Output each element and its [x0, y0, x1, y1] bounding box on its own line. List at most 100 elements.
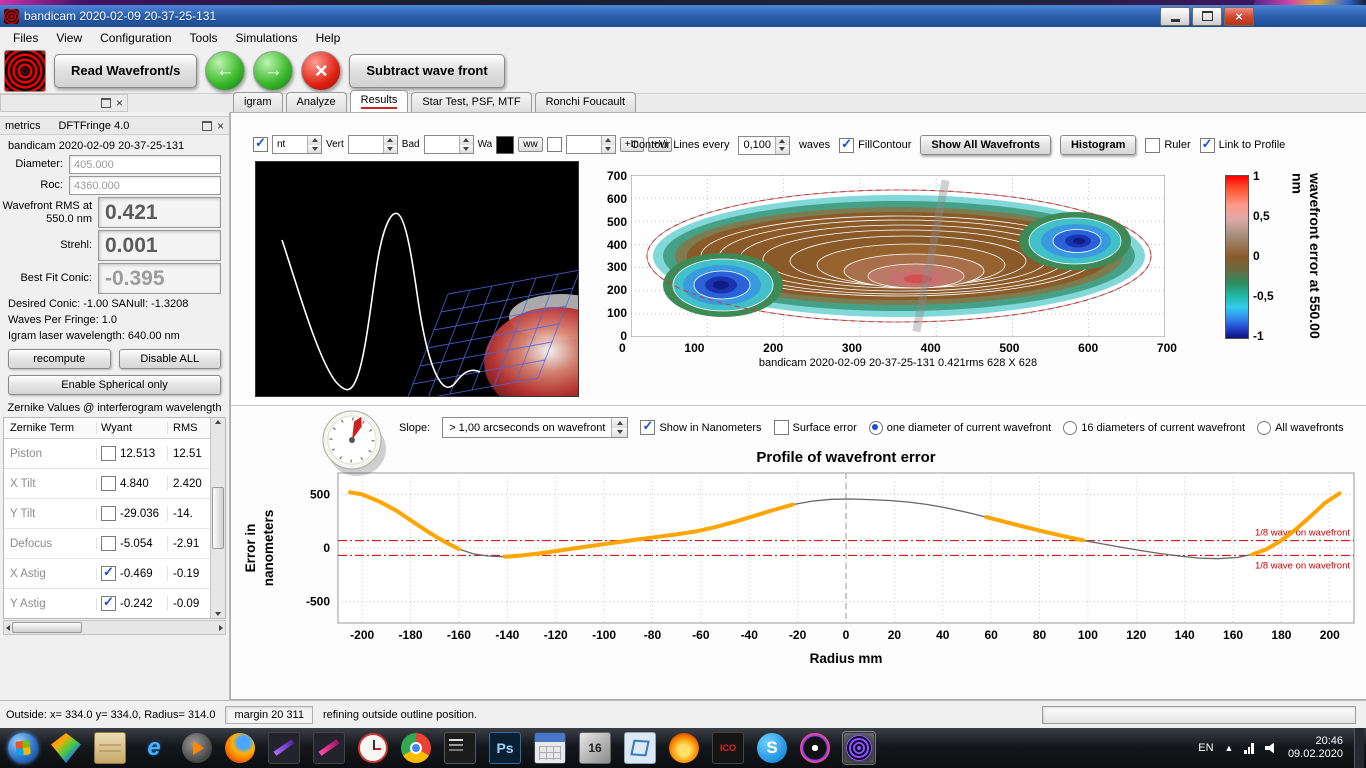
title-bar[interactable]: bandicam 2020-02-09 20-37-25-131	[0, 5, 1366, 27]
zernike-checkbox[interactable]	[101, 536, 116, 551]
minimize-button[interactable]	[1160, 7, 1190, 26]
taskbar-icon-media-player[interactable]	[182, 733, 212, 763]
taskbar-icon-fireball[interactable]	[669, 733, 699, 763]
taskbar-icon-ico-editor[interactable]: ICO	[712, 732, 744, 764]
close-button[interactable]	[1224, 7, 1254, 26]
menu-files[interactable]: Files	[4, 29, 47, 47]
view3d-checkbox-1[interactable]	[253, 137, 268, 152]
zernike-checkbox[interactable]	[101, 566, 116, 581]
taskbar-icon-calculator[interactable]	[534, 732, 566, 764]
menu-configuration[interactable]: Configuration	[91, 29, 180, 47]
profile-chart-svg[interactable]: -200-180-160-140-120-100-80-60-40-200204…	[233, 445, 1363, 695]
taskbar-icon-file-manager[interactable]	[94, 732, 126, 764]
taskbar-icon-firefox[interactable]	[225, 733, 255, 763]
table-row[interactable]: X Tilt 4.840 2.420	[4, 469, 211, 499]
scrollbar-thumb[interactable]	[212, 487, 224, 549]
tick-label: 600	[1078, 341, 1098, 355]
menu-tools[interactable]: Tools	[181, 29, 227, 47]
dock-float-icon[interactable]	[101, 98, 111, 108]
ruler-checkbox[interactable]	[1145, 138, 1160, 153]
zernike-checkbox[interactable]	[101, 446, 116, 461]
taskbar-icon-pen-purple[interactable]	[268, 732, 300, 764]
table-horizontal-scrollbar[interactable]	[3, 620, 226, 635]
delete-wavefront-button[interactable]	[301, 51, 341, 91]
language-indicator[interactable]: EN	[1198, 742, 1213, 754]
fill-contour-checkbox[interactable]	[839, 138, 854, 153]
view3d-checkbox-2[interactable]	[547, 137, 562, 152]
tab-results[interactable]: Results	[350, 90, 409, 112]
taskbar-icon-3d-cube[interactable]	[624, 732, 656, 764]
recompute-button[interactable]: recompute	[8, 349, 111, 369]
taskbar-icon-gem[interactable]	[51, 733, 81, 763]
view3d-spin-1[interactable]: nt	[272, 135, 322, 154]
slope-select[interactable]: > 1,00 arcseconds on wavefront	[442, 417, 628, 438]
subtract-wavefront-button[interactable]: Subtract wave front	[349, 54, 504, 88]
enable-spherical-button[interactable]: Enable Spherical only	[8, 375, 221, 395]
taskbar-icon-internet-explorer[interactable]: e	[139, 733, 169, 763]
roc-input[interactable]	[69, 176, 221, 195]
zernike-table-header[interactable]: Zernike Term Wyant RMS	[4, 418, 211, 439]
tab-igram[interactable]: igram	[233, 92, 283, 112]
metrics-close-icon[interactable]	[217, 120, 224, 132]
metrics-float-icon[interactable]	[202, 121, 212, 131]
diameter-input[interactable]	[69, 155, 221, 174]
taskbar-icon-pen-magenta[interactable]	[313, 732, 345, 764]
show-all-wavefronts-button[interactable]: Show All Wavefronts	[920, 135, 1051, 155]
contour-interval-spinner[interactable]: 0,100	[738, 136, 790, 155]
metrics-dock-titlebar[interactable]: metrics DFTFringe 4.0	[0, 116, 229, 135]
read-wavefronts-button[interactable]: Read Wavefront/s	[54, 54, 197, 88]
surface-error-checkbox[interactable]	[774, 420, 789, 435]
view3d-spin-2[interactable]	[566, 135, 616, 154]
surface-error-label: Surface error	[793, 422, 857, 434]
contour-plot[interactable]	[631, 175, 1165, 337]
taskbar-icon-command-prompt[interactable]	[444, 732, 476, 764]
show-desktop-button[interactable]	[1354, 728, 1364, 768]
tab-star-test[interactable]: Star Test, PSF, MTF	[411, 92, 531, 112]
dock-close-icon[interactable]	[116, 97, 123, 109]
menu-help[interactable]: Help	[307, 29, 350, 47]
taskbar-icon-chrome[interactable]	[401, 733, 431, 763]
all-wavefronts-radio[interactable]	[1257, 421, 1271, 435]
show-hidden-icons[interactable]	[1225, 742, 1234, 754]
table-vertical-scrollbar[interactable]	[210, 418, 225, 618]
next-wavefront-button[interactable]	[253, 51, 293, 91]
table-row[interactable]: Y Tilt -29.036 -14.	[4, 499, 211, 529]
network-icon[interactable]	[1244, 743, 1254, 754]
taskbar-icon-photoshop[interactable]: Ps	[489, 732, 521, 764]
zernike-checkbox[interactable]	[101, 596, 116, 611]
disable-all-button[interactable]: Disable ALL	[119, 349, 222, 369]
maximize-button[interactable]	[1192, 7, 1222, 26]
taskbar-icon-cube-16[interactable]: 16	[579, 732, 611, 764]
previous-wavefront-button[interactable]	[205, 51, 245, 91]
menu-simulations[interactable]: Simulations	[227, 29, 307, 47]
table-row[interactable]: Y Astig -0.242 -0.09	[4, 589, 211, 619]
taskbar-icon-alarm-clock[interactable]	[358, 733, 388, 763]
volume-icon[interactable]	[1265, 743, 1277, 754]
one-diameter-radio[interactable]	[869, 421, 883, 435]
table-row[interactable]: Defocus -5.054 -2.91	[4, 529, 211, 559]
start-button[interactable]	[8, 733, 38, 763]
histogram-button[interactable]: Histogram	[1060, 135, 1136, 155]
zernike-checkbox[interactable]	[101, 476, 116, 491]
show-nanometers-checkbox[interactable]	[640, 420, 655, 435]
vert-spin[interactable]	[348, 135, 398, 154]
taskbar-clock[interactable]: 20:46 09.02.2020	[1288, 735, 1343, 761]
taskbar-icon-skype[interactable]: S	[757, 733, 787, 763]
link-to-profile-checkbox[interactable]	[1200, 138, 1215, 153]
zernike-checkbox[interactable]	[101, 506, 116, 521]
interferogram-logo-icon[interactable]	[4, 50, 46, 92]
table-row[interactable]: X Astig -0.469 -0.19	[4, 559, 211, 589]
sixteen-diameters-radio[interactable]	[1063, 421, 1077, 435]
taskbar-icon-dftfringe[interactable]	[843, 732, 875, 764]
scrollbar-thumb[interactable]	[12, 622, 82, 633]
ww-button[interactable]: ww	[518, 137, 542, 152]
tab-ronchi-foucault[interactable]: Ronchi Foucault	[535, 92, 637, 112]
background-color-swatch[interactable]	[496, 136, 514, 154]
menu-view[interactable]: View	[47, 29, 91, 47]
table-row[interactable]: Piston 12.513 12.51	[4, 439, 211, 469]
wavefront-3d-view[interactable]	[255, 161, 579, 397]
bad-spin[interactable]	[424, 135, 474, 154]
taskbar-icon-camera-lens[interactable]	[800, 733, 830, 763]
tick-label: 200	[607, 283, 627, 297]
tab-analyze[interactable]: Analyze	[286, 92, 347, 112]
